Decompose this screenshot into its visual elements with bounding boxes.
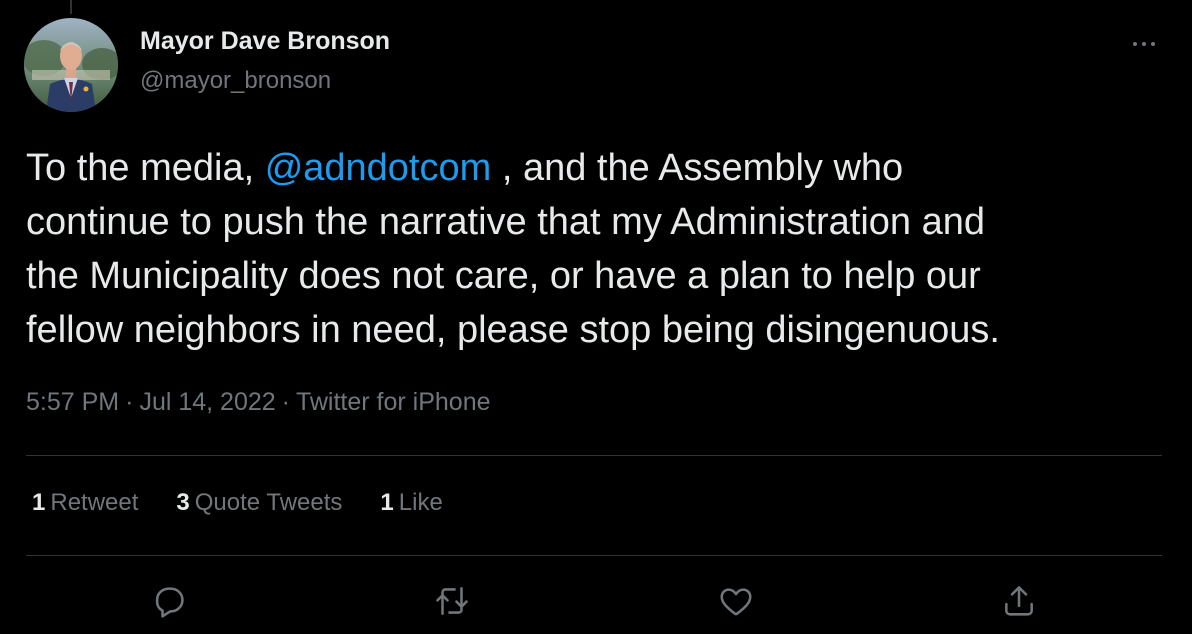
heart-icon bbox=[720, 588, 752, 616]
more-horizontal-icon bbox=[1133, 42, 1155, 46]
tweet-date-link[interactable]: Jul 14, 2022 bbox=[139, 388, 275, 416]
divider bbox=[26, 455, 1162, 456]
likes-label: Like bbox=[398, 489, 443, 516]
more-options-button[interactable] bbox=[1124, 30, 1164, 58]
reply-icon bbox=[155, 587, 184, 618]
retweets-label: Retweet bbox=[50, 489, 139, 516]
likes-stat[interactable]: 1 Like bbox=[380, 489, 442, 517]
tweet-text: To the media, @adndotcom , and the Assem… bbox=[26, 141, 1176, 357]
thread-connector-line bbox=[70, 0, 72, 14]
divider bbox=[26, 555, 1162, 556]
share-icon bbox=[1005, 586, 1033, 616]
avatar[interactable] bbox=[24, 18, 118, 112]
tweet-text-line-1: To the media, @adndotcom , and the Assem… bbox=[26, 141, 1176, 195]
author-display-name[interactable]: Mayor Dave Bronson bbox=[140, 27, 390, 56]
tweet-text-line-4: fellow neighbors in need, please stop be… bbox=[26, 309, 1000, 351]
tweet-text-line-3: the Municipality does not care, or have … bbox=[26, 255, 981, 297]
share-button[interactable] bbox=[1000, 582, 1038, 620]
retweets-count: 1 bbox=[32, 489, 46, 516]
quote-tweets-label: Quote Tweets bbox=[194, 489, 343, 516]
like-button[interactable] bbox=[717, 582, 755, 620]
quote-tweets-count: 3 bbox=[176, 489, 190, 516]
meta-separator: · bbox=[125, 388, 134, 416]
retweets-stat[interactable]: 1 Retweet bbox=[32, 489, 138, 517]
author-handle[interactable]: @mayor_bronson bbox=[140, 67, 331, 95]
tweet-text-segment: , and the Assembly who bbox=[491, 147, 904, 189]
meta-separator: · bbox=[281, 388, 290, 416]
tweet-source-link[interactable]: Twitter for iPhone bbox=[296, 388, 491, 416]
reply-button[interactable] bbox=[150, 582, 188, 620]
retweet-icon bbox=[436, 587, 468, 615]
avatar-photo bbox=[24, 18, 118, 112]
tweet-text-line-2: continue to push the narrative that my A… bbox=[26, 201, 985, 243]
likes-count: 1 bbox=[380, 489, 394, 516]
tweet-text-segment: To the media, bbox=[26, 147, 265, 189]
engagement-stats: 1 Retweet 3 Quote Tweets 1 Like bbox=[32, 489, 443, 517]
tweet-metadata: 5:57 PM · Jul 14, 2022 · Twitter for iPhone bbox=[26, 388, 491, 417]
retweet-button[interactable] bbox=[433, 582, 471, 620]
tweet-time-link[interactable]: 5:57 PM bbox=[26, 388, 119, 416]
quote-tweets-stat[interactable]: 3 Quote Tweets bbox=[176, 489, 342, 517]
mention-link[interactable]: @adndotcom bbox=[265, 147, 492, 189]
